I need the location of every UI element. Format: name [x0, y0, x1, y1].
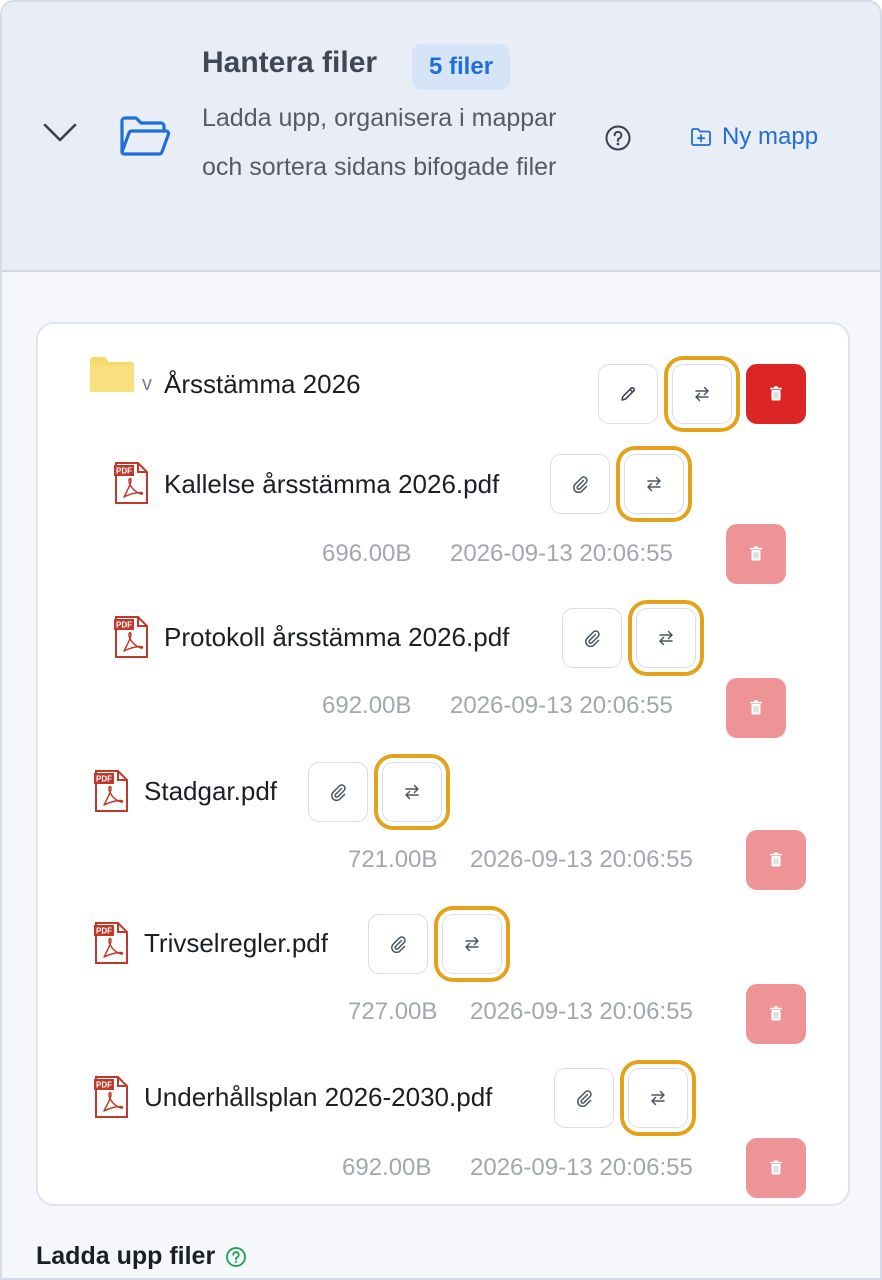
- trash-icon: [746, 698, 766, 718]
- new-folder-label: Ny mapp: [722, 123, 819, 150]
- pdf-file-icon: [94, 922, 128, 964]
- delete-file-button[interactable]: [746, 1138, 806, 1198]
- arrows-swap-icon: [462, 934, 482, 954]
- folder-open-icon: [120, 116, 171, 156]
- file-date: 2026-09-13 20:06:55: [470, 1154, 693, 1181]
- delete-file-button[interactable]: [726, 678, 786, 738]
- file-date: 2026-09-13 20:06:55: [450, 540, 673, 567]
- pdf-file-icon: [114, 616, 148, 658]
- attach-file-button[interactable]: [368, 914, 428, 974]
- trash-icon: [746, 544, 766, 564]
- arrows-swap-icon: [656, 628, 676, 648]
- file-name[interactable]: Kallelse årsstämma 2026.pdf: [164, 469, 499, 500]
- paperclip-icon: [388, 934, 408, 954]
- paperclip-icon: [570, 474, 590, 494]
- folder-icon: [90, 356, 134, 392]
- arrows-swap-icon: [644, 474, 664, 494]
- arrows-swap-icon: [402, 782, 422, 802]
- file-count-badge: 5 filer: [412, 44, 511, 90]
- trash-icon: [766, 1158, 786, 1178]
- file-size: 721.00B: [348, 846, 438, 873]
- file-size: 727.00B: [348, 998, 438, 1025]
- move-file-button[interactable]: [382, 762, 442, 822]
- delete-file-button[interactable]: [746, 830, 806, 890]
- page-title: Hantera filer: [202, 46, 378, 79]
- file-date: 2026-09-13 20:06:55: [450, 692, 673, 719]
- move-folder-button[interactable]: [672, 364, 732, 424]
- upload-title-text: Ladda upp filer: [36, 1242, 216, 1270]
- file-size: 692.00B: [322, 692, 412, 719]
- delete-folder-button[interactable]: [746, 364, 806, 424]
- file-date: 2026-09-13 20:06:55: [470, 846, 693, 873]
- move-file-button[interactable]: [636, 608, 696, 668]
- trash-icon: [766, 1004, 786, 1024]
- rename-folder-button[interactable]: [598, 364, 658, 424]
- move-file-button[interactable]: [628, 1068, 688, 1128]
- question-circle-icon[interactable]: [604, 124, 632, 152]
- file-name[interactable]: Trivselregler.pdf: [144, 928, 328, 959]
- arrows-swap-icon: [648, 1088, 668, 1108]
- file-name[interactable]: Protokoll årsstämma 2026.pdf: [164, 622, 509, 653]
- folder-plus-icon: [691, 128, 711, 146]
- attach-file-button[interactable]: [308, 762, 368, 822]
- trash-icon: [766, 850, 786, 870]
- file-name[interactable]: Underhållsplan 2026-2030.pdf: [144, 1082, 492, 1113]
- attach-file-button[interactable]: [550, 454, 610, 514]
- move-file-button[interactable]: [442, 914, 502, 974]
- paperclip-icon: [328, 782, 348, 802]
- file-manager-panel: Hantera filer 5 filer Ladda upp, organis…: [0, 0, 882, 1280]
- delete-file-button[interactable]: [746, 984, 806, 1044]
- pdf-file-icon: [114, 462, 148, 504]
- move-file-button[interactable]: [624, 454, 684, 514]
- attach-file-button[interactable]: [562, 608, 622, 668]
- file-size: 696.00B: [322, 540, 412, 567]
- arrows-swap-icon: [692, 384, 712, 404]
- chevron-down-icon[interactable]: [40, 112, 80, 152]
- paperclip-icon: [582, 628, 602, 648]
- question-circle-icon[interactable]: [225, 1246, 247, 1268]
- header-description: Ladda upp, organisera i mappar och sorte…: [202, 104, 557, 181]
- pdf-file-icon: [94, 770, 128, 812]
- attach-file-button[interactable]: [554, 1068, 614, 1128]
- file-tree: v Årsstämma 2026 Kallelse årsstämma 2026…: [36, 322, 850, 1206]
- delete-file-button[interactable]: [726, 524, 786, 584]
- paperclip-icon: [574, 1088, 594, 1108]
- file-name[interactable]: Stadgar.pdf: [144, 776, 277, 807]
- trash-icon: [766, 384, 786, 404]
- upload-section-title: Ladda upp filer: [36, 1242, 247, 1271]
- pencil-icon: [618, 384, 638, 404]
- file-manager-header: Hantera filer 5 filer Ladda upp, organis…: [2, 2, 880, 272]
- file-date: 2026-09-13 20:06:55: [470, 998, 693, 1025]
- new-folder-button[interactable]: Ny mapp: [690, 120, 818, 154]
- pdf-file-icon: [94, 1076, 128, 1118]
- file-size: 692.00B: [342, 1154, 432, 1181]
- folder-toggle-caret[interactable]: v: [142, 373, 152, 396]
- folder-name[interactable]: Årsstämma 2026: [164, 369, 361, 400]
